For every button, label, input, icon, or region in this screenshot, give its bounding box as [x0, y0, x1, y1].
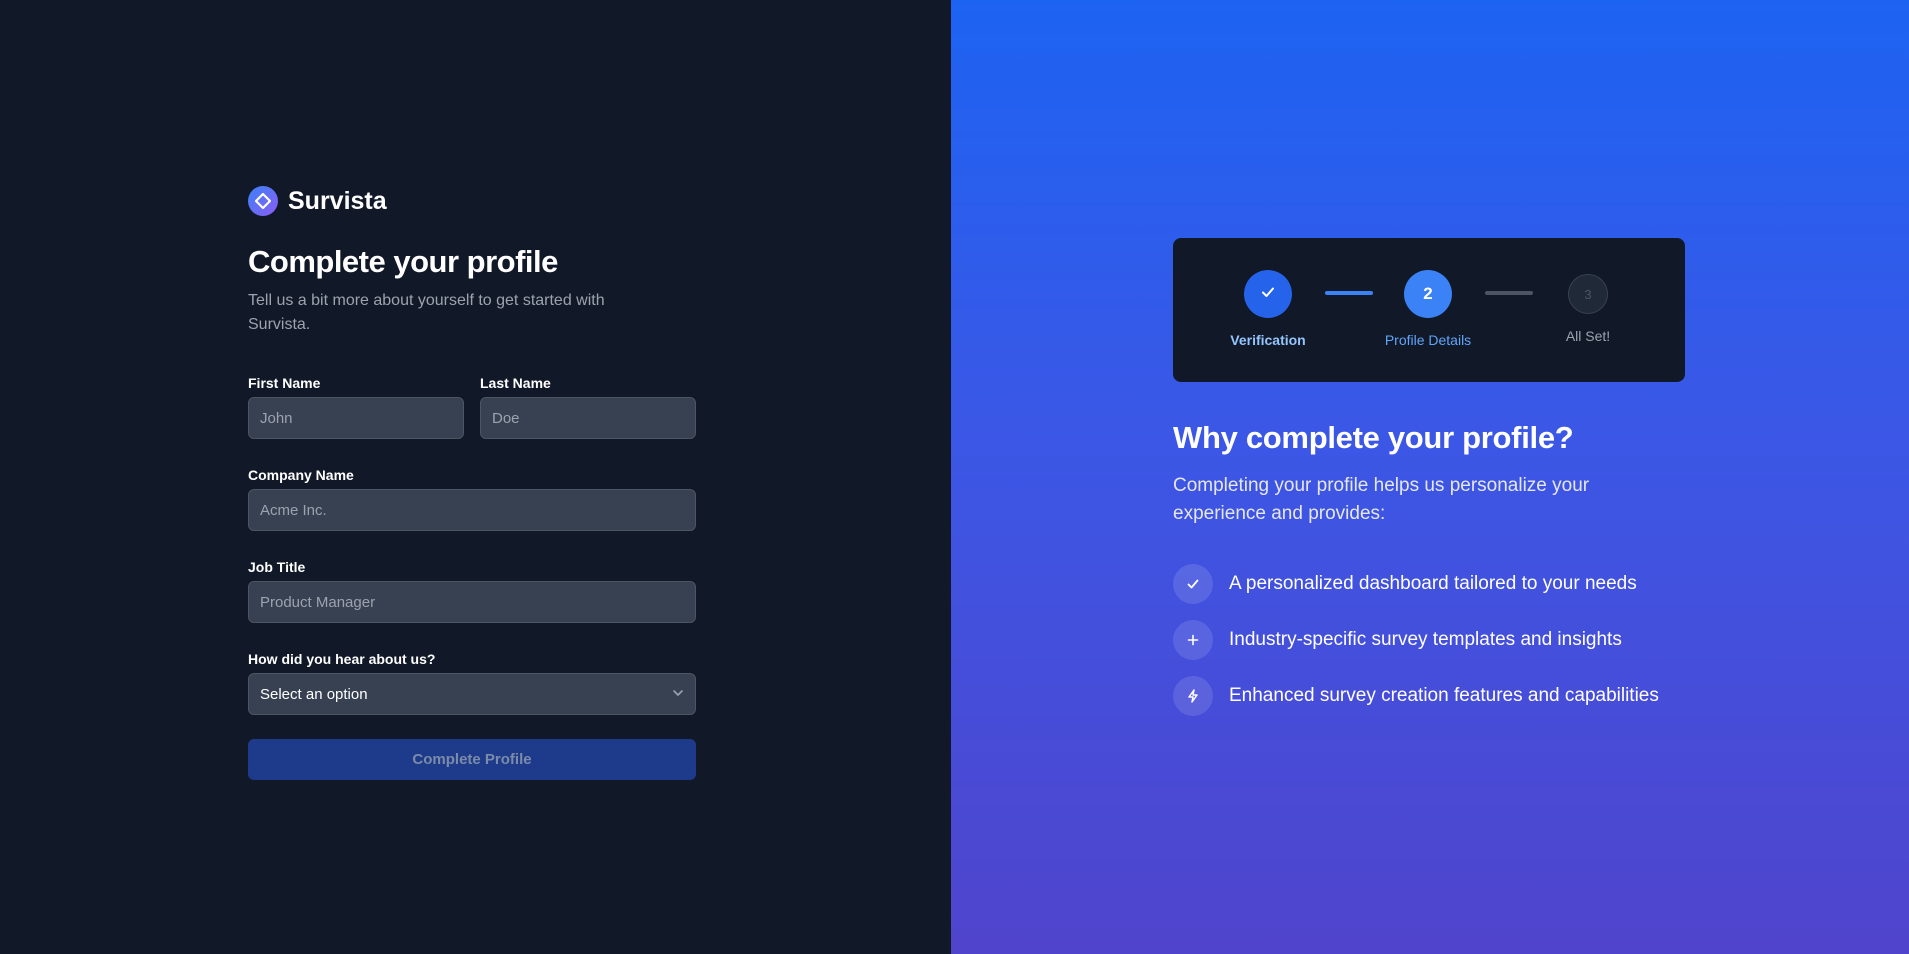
- company-field-group: Company Name: [248, 467, 696, 531]
- complete-profile-button[interactable]: Complete Profile: [248, 739, 696, 780]
- first-name-field-group: First Name: [248, 375, 464, 439]
- step-connector-pending: [1485, 291, 1533, 295]
- page-subtitle: Tell us a bit more about yourself to get…: [248, 292, 605, 333]
- first-name-label: First Name: [248, 375, 321, 391]
- referral-field-group: How did you hear about us? Select an opt…: [248, 651, 696, 715]
- benefit-text: Industry-specific survey templates and i…: [1229, 629, 1622, 650]
- benefit-text: Enhanced survey creation features and ca…: [1229, 685, 1659, 706]
- referral-select[interactable]: Select an option: [248, 673, 696, 715]
- company-name-input[interactable]: [248, 489, 696, 531]
- step-number: 2: [1404, 270, 1452, 318]
- job-title-label: Job Title: [248, 559, 306, 575]
- step-label: Profile Details: [1384, 332, 1472, 348]
- page: Survista Complete your profile Tell us a…: [0, 0, 1909, 954]
- step-number: 3: [1568, 274, 1608, 314]
- name-row: First Name Last Name: [248, 375, 696, 439]
- list-item: Enhanced survey creation features and ca…: [1173, 676, 1733, 716]
- profile-form: Survista Complete your profile Tell us a…: [248, 186, 696, 780]
- last-name-field-group: Last Name: [480, 375, 696, 439]
- last-name-input[interactable]: [480, 397, 696, 439]
- brand-name: Survista: [288, 186, 387, 215]
- benefit-text: A personalized dashboard tailored to you…: [1229, 573, 1637, 594]
- form-panel: Survista Complete your profile Tell us a…: [0, 0, 950, 954]
- step-profile-details: 2 Profile Details: [1368, 270, 1488, 348]
- check-icon: [1259, 283, 1277, 306]
- lightning-icon: [1173, 676, 1213, 716]
- page-title: Complete your profile: [248, 244, 558, 279]
- list-item: A personalized dashboard tailored to you…: [1173, 564, 1733, 604]
- step-verification: Verification: [1208, 270, 1328, 348]
- why-title: Why complete your profile?: [1173, 420, 1574, 455]
- step-all-set: 3 All Set!: [1528, 270, 1648, 344]
- step-label: All Set!: [1565, 328, 1611, 344]
- step-connector-complete: [1325, 291, 1373, 295]
- info-panel: Verification 2 Profile Details 3 All Set…: [950, 0, 1909, 954]
- referral-selected-value: Select an option: [260, 685, 368, 703]
- plus-icon: [1173, 620, 1213, 660]
- brand: Survista: [248, 186, 696, 216]
- company-name-label: Company Name: [248, 467, 354, 483]
- chevron-down-icon: [672, 686, 684, 703]
- check-icon: [1173, 564, 1213, 604]
- progress-stepper: Verification 2 Profile Details 3 All Set…: [1173, 238, 1685, 382]
- benefit-list: A personalized dashboard tailored to you…: [1173, 564, 1733, 716]
- job-title-input[interactable]: [248, 581, 696, 623]
- first-name-input[interactable]: [248, 397, 464, 439]
- job-title-field-group: Job Title: [248, 559, 696, 623]
- step-complete-circle: [1244, 270, 1292, 318]
- diamond-logo-icon: [248, 186, 278, 216]
- why-section: Why complete your profile? Completing yo…: [1173, 420, 1733, 732]
- referral-label: How did you hear about us?: [248, 651, 436, 667]
- last-name-label: Last Name: [480, 375, 551, 391]
- list-item: Industry-specific survey templates and i…: [1173, 620, 1733, 660]
- step-label: Verification: [1230, 332, 1306, 348]
- why-description: Completing your profile helps us persona…: [1173, 475, 1590, 524]
